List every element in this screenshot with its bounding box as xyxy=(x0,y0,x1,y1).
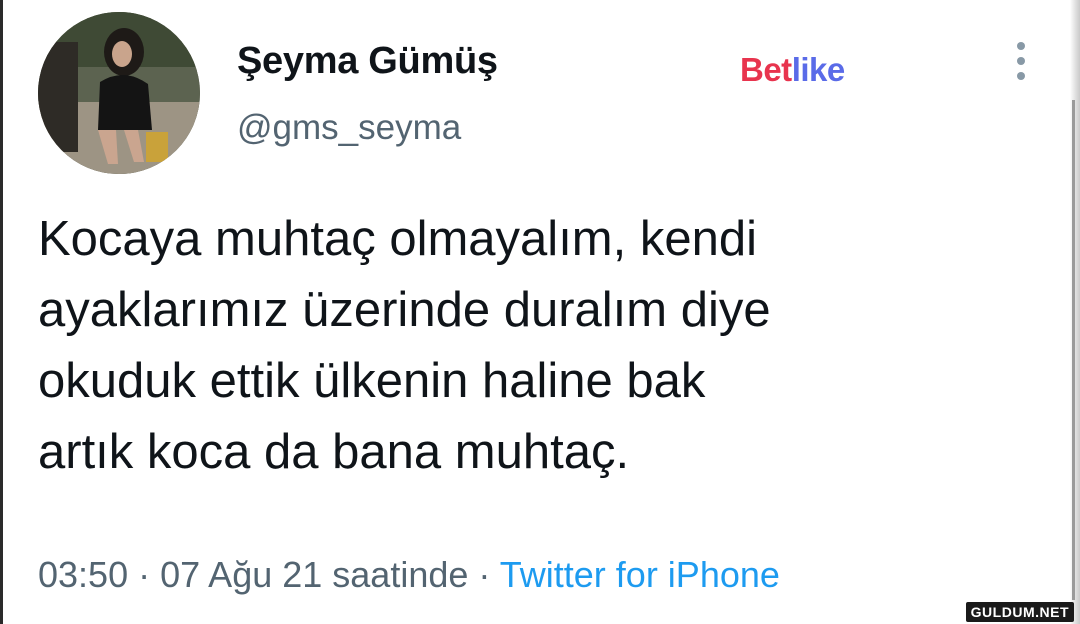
tweet-line: ayaklarımız üzerinde duralım diye xyxy=(38,283,771,337)
watermark-part-a: Bet xyxy=(740,51,792,88)
meta-separator: · xyxy=(138,554,151,595)
tweet-meta: 03:50 · 07 Ağu 21 saatinde · Twitter for… xyxy=(38,554,780,596)
display-name[interactable]: Şeyma Gümüş xyxy=(237,40,498,83)
tweet-date[interactable]: 07 Ağu 21 saatinde xyxy=(160,554,468,595)
tweet-time[interactable]: 03:50 xyxy=(38,554,128,595)
tweet-text: Kocaya muhtaç olmayalım, kendi ayaklarım… xyxy=(38,204,1028,488)
tweet-line: artık koca da bana muhtaç. xyxy=(38,425,630,479)
profile-photo-icon xyxy=(38,12,200,174)
more-dot xyxy=(1017,42,1025,50)
tweet-source-link[interactable]: Twitter for iPhone xyxy=(500,554,780,595)
tweet-line: Kocaya muhtaç olmayalım, kendi xyxy=(38,212,757,266)
image-left-border xyxy=(0,0,3,624)
guldum-logo: GULDUM.NET xyxy=(965,602,1074,622)
more-dot xyxy=(1017,72,1025,80)
avatar[interactable] xyxy=(38,12,200,174)
meta-separator: · xyxy=(478,554,491,595)
more-dot xyxy=(1017,57,1025,65)
scrollbar-track xyxy=(1072,100,1075,600)
tweet-line: okuduk ettik ülkenin haline bak xyxy=(38,354,706,408)
more-vertical-icon[interactable] xyxy=(1010,42,1032,80)
betlike-watermark: Betlike xyxy=(740,51,845,89)
watermark-part-b: like xyxy=(791,51,846,88)
user-handle[interactable]: @gms_seyma xyxy=(237,108,461,148)
